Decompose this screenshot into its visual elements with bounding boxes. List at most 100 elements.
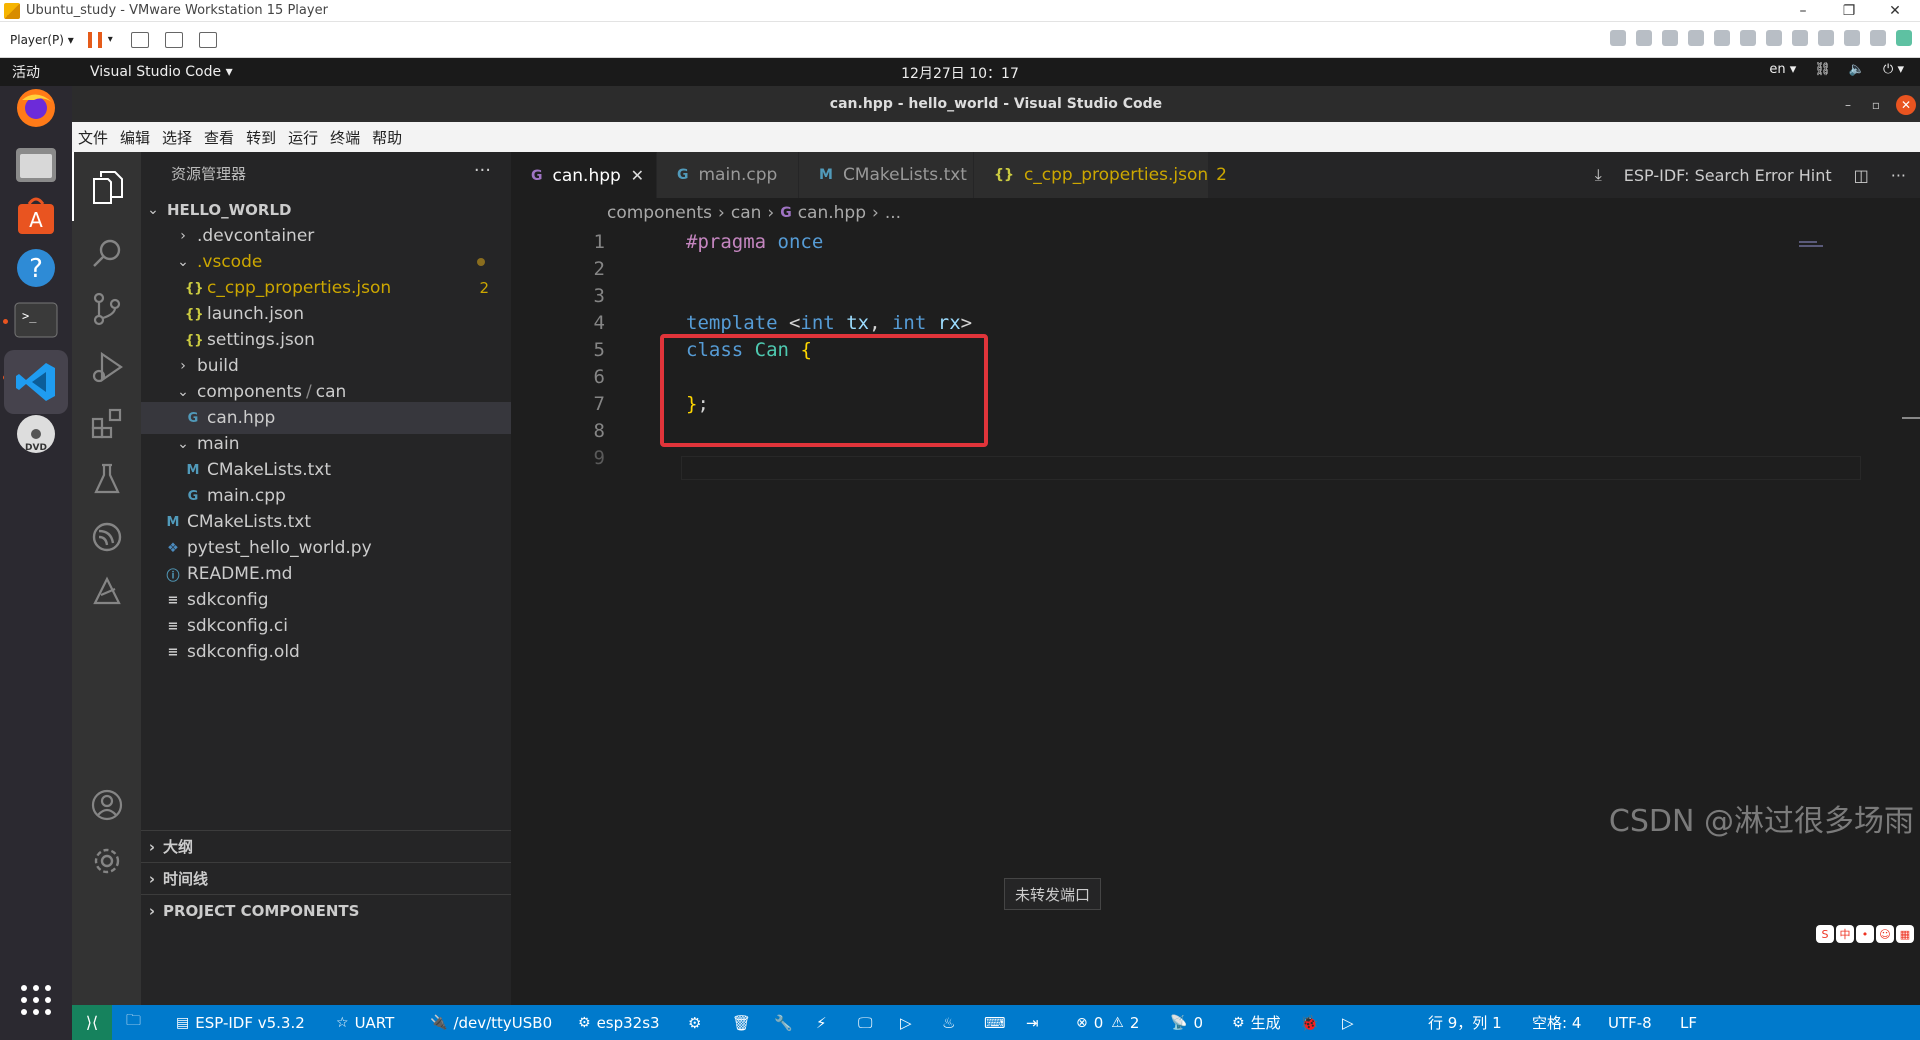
minimize-icon[interactable]: – xyxy=(1838,95,1858,115)
ime-icon[interactable]: ☺ xyxy=(1876,925,1894,943)
menu-view[interactable]: 查看 xyxy=(198,127,240,148)
files-icon[interactable] xyxy=(10,138,62,190)
scrollbar-marker[interactable] xyxy=(1902,417,1920,419)
run-task-icon[interactable]: ⇥ xyxy=(1026,1005,1039,1040)
manage-gear-icon[interactable] xyxy=(72,826,141,895)
monitor-icon[interactable]: 🖵 xyxy=(858,1005,872,1040)
bug-icon[interactable]: 🐞 xyxy=(1300,1005,1319,1040)
maximize-icon[interactable]: ▫ xyxy=(1866,95,1886,115)
device-icon[interactable] xyxy=(1688,30,1704,46)
uart-item[interactable]: ☆ UART xyxy=(336,1005,394,1040)
more-actions-icon[interactable]: ··· xyxy=(1891,166,1906,185)
project-components-section[interactable]: › PROJECT COMPONENTS xyxy=(141,894,511,926)
build-item[interactable]: ⚙ 生成 xyxy=(1232,1005,1281,1040)
device-icon[interactable] xyxy=(1844,30,1860,46)
flash-icon[interactable]: ⚡ xyxy=(816,1005,827,1040)
device-icon[interactable] xyxy=(1792,30,1808,46)
terminal-icon[interactable]: ⌨ xyxy=(984,1005,1006,1040)
timeline-section[interactable]: › 时间线 xyxy=(141,862,511,894)
send-ctrl-alt-del-icon[interactable] xyxy=(130,31,149,48)
menu-file[interactable]: 文件 xyxy=(72,127,114,148)
firefox-icon[interactable] xyxy=(10,82,62,134)
menu-edit[interactable]: 编辑 xyxy=(114,127,156,148)
sogou-ime-icon[interactable]: S xyxy=(1816,925,1834,943)
menu-selection[interactable]: 选择 xyxy=(156,127,198,148)
tab-main-cpp[interactable]: G main.cpp xyxy=(657,152,799,198)
activities-button[interactable]: 活动 xyxy=(12,62,72,82)
terminal-icon[interactable]: >_ xyxy=(10,294,62,346)
tab-cmakelists[interactable]: M CMakeLists.txt xyxy=(799,152,974,198)
minimap[interactable] xyxy=(1799,239,1823,253)
dvd-icon[interactable]: DVD xyxy=(10,408,62,460)
pause-icon[interactable] xyxy=(87,31,102,48)
breadcrumb-item[interactable]: can.hpp xyxy=(798,203,866,223)
menu-run[interactable]: 运行 xyxy=(282,127,324,148)
volume-icon[interactable]: 🔈 xyxy=(1849,62,1865,77)
tab-can-hpp[interactable]: G can.hpp ✕ xyxy=(511,152,657,198)
minimize-icon[interactable]: – xyxy=(1780,0,1826,22)
indentation[interactable]: 空格: 4 xyxy=(1532,1005,1581,1040)
network-icon[interactable]: ⛓ xyxy=(1814,62,1831,77)
device-icon[interactable] xyxy=(1714,30,1730,46)
platformio-icon[interactable] xyxy=(72,556,141,625)
idf-version-item[interactable]: ▤ ESP-IDF v5.3.2 xyxy=(176,1005,305,1040)
input-language[interactable]: en ▾ xyxy=(1769,62,1796,77)
esp-idf-search-icon[interactable]: ⤓ xyxy=(1595,165,1602,185)
breadcrumb-item[interactable]: can xyxy=(731,203,762,223)
device-icon[interactable] xyxy=(1740,30,1756,46)
flame-icon[interactable]: ♨ xyxy=(942,1005,955,1040)
menuconfig-gear-icon[interactable]: ⚙ xyxy=(688,1005,701,1040)
tree-file[interactable]: ≡ sdkconfig.old xyxy=(141,636,511,668)
breadcrumb-item[interactable]: ... xyxy=(885,203,901,223)
close-icon[interactable]: ✕ xyxy=(1872,0,1918,22)
remote-indicator-icon[interactable]: ⟩⟨ xyxy=(72,1005,112,1040)
player-menu[interactable]: Player(P) ▾ xyxy=(10,33,74,47)
device-icon[interactable] xyxy=(1636,30,1652,46)
app-menu[interactable]: Visual Studio Code ▾ xyxy=(90,64,233,80)
ports-item[interactable]: 📡 0 xyxy=(1170,1005,1203,1040)
cursor-position[interactable]: 行 9，列 1 xyxy=(1428,1005,1502,1040)
outline-section[interactable]: › 大纲 xyxy=(141,830,511,862)
device-icon[interactable] xyxy=(1766,30,1782,46)
menu-go[interactable]: 转到 xyxy=(240,127,282,148)
target-item[interactable]: ⚙ esp32s3 xyxy=(578,1005,660,1040)
device-icon[interactable] xyxy=(1870,30,1886,46)
close-tab-icon[interactable]: ✕ xyxy=(631,166,644,185)
serial-port-item[interactable]: 🔌 /dev/ttyUSB0 xyxy=(430,1005,552,1040)
software-center-icon[interactable]: A xyxy=(10,190,62,242)
device-icon[interactable] xyxy=(1662,30,1678,46)
message-icon[interactable] xyxy=(1896,30,1912,46)
breadcrumb-item[interactable]: components xyxy=(607,203,712,223)
ime-icon[interactable]: ▦ xyxy=(1896,925,1914,943)
encoding[interactable]: UTF-8 xyxy=(1608,1005,1652,1040)
esp-idf-search-error-hint[interactable]: ESP-IDF: Search Error Hint xyxy=(1624,166,1832,185)
debug-icon[interactable]: ▷ xyxy=(900,1005,912,1040)
menu-terminal[interactable]: 终端 xyxy=(324,127,366,148)
ime-icon[interactable]: 中 xyxy=(1836,925,1854,943)
ime-icon[interactable]: • xyxy=(1856,925,1874,943)
end-of-line[interactable]: LF xyxy=(1680,1005,1697,1040)
pause-dropdown-icon[interactable]: ▾ xyxy=(108,34,113,45)
explorer-icon[interactable] xyxy=(72,152,141,221)
unity-icon[interactable] xyxy=(198,31,217,48)
more-actions-icon[interactable]: ··· xyxy=(474,160,491,181)
problems-item[interactable]: ⊗ 0 ⚠ 2 xyxy=(1076,1005,1139,1040)
show-applications-icon[interactable] xyxy=(10,974,62,1026)
restore-icon[interactable]: ❐ xyxy=(1826,0,1872,22)
esp-idf-explorer-icon[interactable]: 🗀 xyxy=(126,1005,141,1040)
menu-help[interactable]: 帮助 xyxy=(366,127,408,148)
full-clean-trash-icon[interactable]: 🗑 xyxy=(732,1005,751,1040)
fit-guest-icon[interactable] xyxy=(164,31,183,48)
device-icon[interactable] xyxy=(1818,30,1834,46)
build-wrench-icon[interactable]: 🔧 xyxy=(774,1005,793,1040)
clock[interactable]: 12月27日 10：17 xyxy=(901,66,1019,82)
help-icon[interactable]: ? xyxy=(10,242,62,294)
run-play-icon[interactable]: ▷ xyxy=(1342,1005,1354,1040)
split-editor-icon[interactable]: ◫ xyxy=(1854,166,1869,185)
device-icon[interactable] xyxy=(1610,30,1626,46)
tab-c-cpp-properties[interactable]: {} c_cpp_properties.json 2 xyxy=(974,152,1227,198)
close-icon[interactable]: ✕ xyxy=(1896,95,1916,115)
code-editor[interactable]: 1 #pragma once 2 3 4 template <int tx, int… xyxy=(511,228,1920,1005)
vscode-icon[interactable] xyxy=(4,350,68,414)
power-icon[interactable]: ⏻ ▾ xyxy=(1883,62,1904,77)
